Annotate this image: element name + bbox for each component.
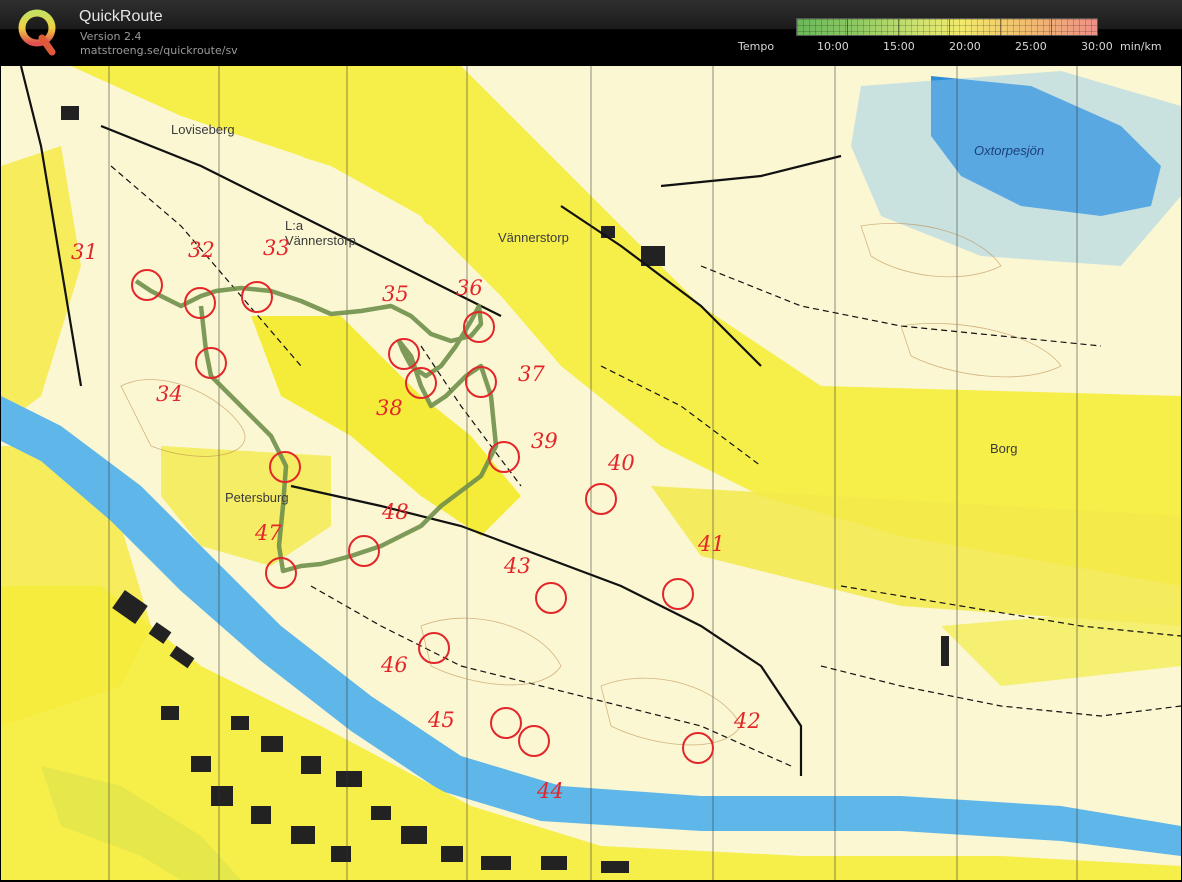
app-version: Version 2.4 xyxy=(80,30,142,43)
tempo-color-scale xyxy=(796,18,1098,37)
control-number: 31 xyxy=(71,240,98,264)
control-number: 44 xyxy=(537,779,564,803)
app-url: matstroeng.se/quickroute/sv xyxy=(80,44,238,57)
control-number: 35 xyxy=(382,282,409,306)
tempo-tick-label: 10:00 xyxy=(817,40,849,53)
control-number: 43 xyxy=(504,554,531,578)
quickroute-logo-icon xyxy=(18,9,56,56)
tempo-label: Tempo xyxy=(738,40,775,53)
control-number: 47 xyxy=(255,521,282,545)
tempo-tick-label: 15:00 xyxy=(883,40,915,53)
place-name-borg: Borg xyxy=(990,441,1018,456)
control-number: 40 xyxy=(608,451,635,475)
control-number: 42 xyxy=(734,709,761,733)
place-name-oxtorpesjon: Oxtorpesjön xyxy=(974,143,1045,158)
control-number: 41 xyxy=(698,532,725,556)
place-name-loviseberg: Loviseberg xyxy=(171,122,235,137)
control-number: 37 xyxy=(518,362,545,386)
tempo-tick-label: 30:00 xyxy=(1081,40,1113,53)
control-number: 46 xyxy=(381,653,408,677)
control-number: 38 xyxy=(376,396,403,420)
orienteering-map[interactable]: Loviseberg L:a Vännerstorp Vännerstorp O… xyxy=(1,66,1181,880)
control-number: 36 xyxy=(456,276,483,300)
map-canvas xyxy=(1,66,1181,880)
control-number: 33 xyxy=(263,236,290,260)
place-name-la-vannerstorp: L:a Vännerstorp xyxy=(285,218,356,248)
place-name-vannerstorp: Vännerstorp xyxy=(498,230,569,245)
tempo-unit-label: min/km xyxy=(1120,40,1162,53)
tempo-tick-label: 25:00 xyxy=(1015,40,1047,53)
control-number: 39 xyxy=(531,429,558,453)
tempo-tick-label: 20:00 xyxy=(949,40,981,53)
app-header: QuickRoute Version 2.4 matstroeng.se/qui… xyxy=(0,0,1182,64)
control-number: 34 xyxy=(156,382,183,406)
control-number: 32 xyxy=(188,238,215,262)
app-title: QuickRoute xyxy=(79,8,163,25)
place-name-petersburg: Petersburg xyxy=(225,490,289,505)
control-number: 48 xyxy=(382,500,409,524)
control-number: 45 xyxy=(428,708,455,732)
